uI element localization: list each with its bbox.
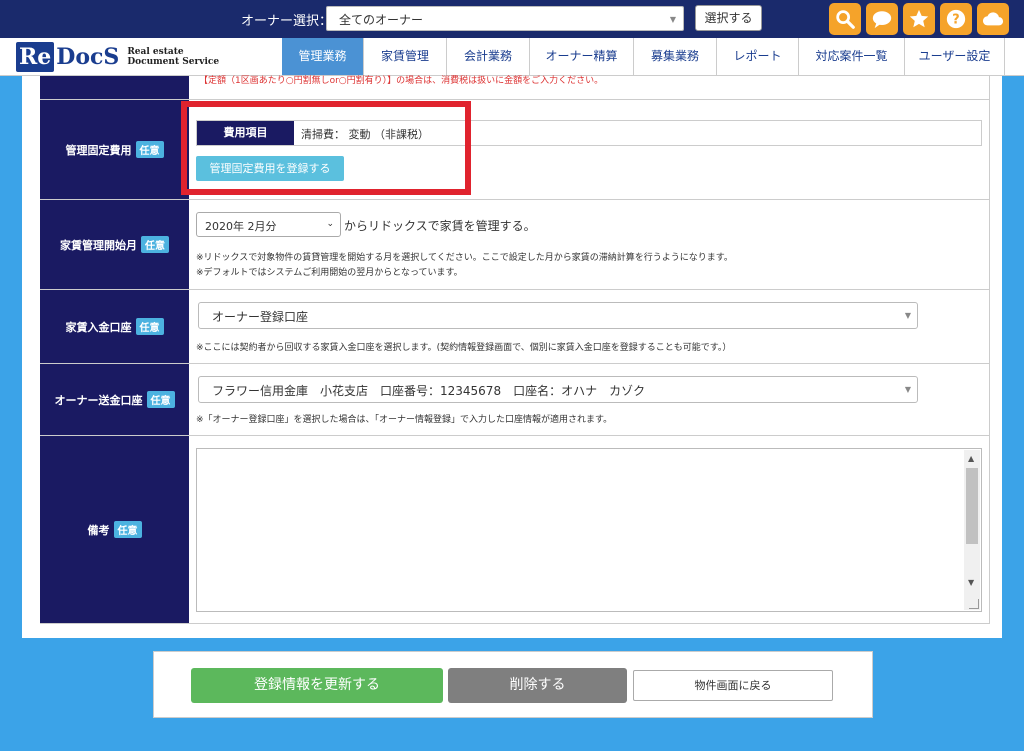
tab-report[interactable]: レポート <box>717 38 799 75</box>
main-nav: 管理業務 家賃管理 会計業務 オーナー精算 募集業務 レポート 対応案件一覧 ユ… <box>282 38 1005 75</box>
scroll-up-icon[interactable]: ▲ <box>968 454 974 463</box>
fixed-fee-label-text: 管理固定費用 <box>65 143 132 157</box>
optional-badge: 任意 <box>146 391 175 408</box>
highlight-frame <box>181 101 471 195</box>
start-month-note-2: ※デフォルトではシステムご利用開始の翌月からとなっています。 <box>196 268 463 278</box>
action-panel: 登録情報を更新する 削除する 物件画面に戻る <box>153 651 873 718</box>
resize-handle-icon[interactable] <box>969 599 979 609</box>
owner-account-select[interactable]: フラワー信用金庫 小花支店 口座番号：12345678 口座名：オハナ カゾク … <box>198 376 918 403</box>
rent-account-label: 家賃入金口座 任意 <box>40 290 189 363</box>
owner-account-cell: フラワー信用金庫 小花支店 口座番号：12345678 口座名：オハナ カゾク … <box>189 364 990 435</box>
rent-account-cell: オーナー登録口座 ▼ ※ここには契約者から回収する家賃入金口座を選択します。(契… <box>189 290 990 363</box>
rent-account-note: ※ここには契約者から回収する家賃入金口座を選択します。(契約情報登録画面で、個別… <box>196 343 732 353</box>
back-to-property-button[interactable]: 物件画面に戻る <box>633 670 833 701</box>
tab-rent[interactable]: 家賃管理 <box>364 38 447 75</box>
owner-select[interactable]: 全てのオーナー ▼ <box>326 6 684 31</box>
remarks-textarea[interactable]: ▲ ▼ <box>196 448 982 612</box>
svg-text:?: ? <box>952 13 959 28</box>
remarks-scrollbar[interactable]: ▲ ▼ <box>964 450 980 610</box>
owner-select-value: 全てのオーナー <box>339 13 424 27</box>
cloud-icon[interactable] <box>977 3 1009 35</box>
owner-account-note: ※「オーナー登録口座」を選択した場合は、「オーナー情報登録」で入力した口座情報が… <box>196 415 613 425</box>
form-row-remarks: 備考 任意 ▲ ▼ <box>40 436 990 624</box>
start-month-label-text: 家賃管理開始月 <box>60 238 137 252</box>
remarks-label: 備考 任意 <box>40 436 189 623</box>
logo-tagline-1: Real estate <box>127 47 184 57</box>
form-row-previous: 【定額（1区画あたり○円割無しor○円割有り）】の場合は、消費税は扱いに金額をご… <box>40 76 990 100</box>
help-icon[interactable]: ? <box>940 3 972 35</box>
owner-account-label-text: オーナー送金口座 <box>54 393 143 407</box>
form-row-rent-account: 家賃入金口座 任意 オーナー登録口座 ▼ ※ここには契約者から回収する家賃入金口… <box>40 290 990 364</box>
start-month-value: 2020年 2月分 <box>205 220 277 233</box>
rent-account-value: オーナー登録口座 <box>212 310 309 324</box>
star-icon[interactable] <box>903 3 935 35</box>
chat-icon[interactable] <box>866 3 898 35</box>
form-row-owner-account: オーナー送金口座 任意 フラワー信用金庫 小花支店 口座番号：12345678 … <box>40 364 990 436</box>
tab-cases[interactable]: 対応案件一覧 <box>799 38 905 75</box>
chevron-down-icon: ▼ <box>904 311 911 320</box>
remarks-cell: ▲ ▼ <box>189 436 990 623</box>
start-month-cell: 2020年 2月分 ⌄ からリドックスで家賃を管理する。 ※リドックスで対象物件… <box>189 200 990 289</box>
row-label-previous <box>40 76 189 99</box>
logo-tagline-2: Document Service <box>127 57 220 67</box>
update-button[interactable]: 登録情報を更新する <box>191 668 443 703</box>
scroll-down-icon[interactable]: ▼ <box>968 578 974 587</box>
chevron-down-icon: ⌄ <box>326 219 334 229</box>
row-cell-previous: 【定額（1区画あたり○円割無しor○円割有り）】の場合は、消費税は扱いに金額をご… <box>189 76 990 99</box>
rent-account-select[interactable]: オーナー登録口座 ▼ <box>198 302 918 329</box>
logo-re: Re <box>16 42 55 72</box>
nav-bar: Re DocS Real estate Document Service 管理業… <box>0 38 1024 76</box>
chevron-down-icon: ▼ <box>669 15 676 24</box>
logo-tagline: Real estate Document Service <box>127 47 219 67</box>
redocs-logo[interactable]: Re DocS Real estate Document Service <box>16 42 219 72</box>
top-bar: オーナー選択： 全てのオーナー ▼ 選択する ? <box>0 0 1024 38</box>
logo-docs: DocS <box>56 44 120 70</box>
optional-badge: 任意 <box>113 521 142 538</box>
optional-badge: 任意 <box>141 236 169 253</box>
start-month-select[interactable]: 2020年 2月分 ⌄ <box>196 212 341 237</box>
tab-owner-settlement[interactable]: オーナー精算 <box>530 38 634 75</box>
form-container: 【定額（1区画あたり○円割無しor○円割有り）】の場合は、消費税は扱いに金額をご… <box>22 76 1002 638</box>
optional-badge: 任意 <box>135 141 164 158</box>
form-row-start-month: 家賃管理開始月 任意 2020年 2月分 ⌄ からリドックスで家賃を管理する。 … <box>40 200 990 290</box>
owner-account-label: オーナー送金口座 任意 <box>40 364 189 435</box>
owner-account-value: フラワー信用金庫 小花支店 口座番号：12345678 口座名：オハナ カゾク <box>212 384 646 398</box>
owner-select-button[interactable]: 選択する <box>695 5 762 31</box>
remarks-label-text: 備考 <box>87 523 110 537</box>
chevron-down-icon: ▼ <box>904 385 911 394</box>
tab-accounting[interactable]: 会計業務 <box>447 38 530 75</box>
start-month-suffix: からリドックスで家賃を管理する。 <box>344 219 536 233</box>
rent-account-label-text: 家賃入金口座 <box>65 320 132 334</box>
tab-recruitment[interactable]: 募集業務 <box>634 38 717 75</box>
owner-select-label: オーナー選択： <box>241 14 333 29</box>
fixed-fee-label: 管理固定費用 任意 <box>40 100 189 199</box>
tax-warning-text: 【定額（1区画あたり○円割無しor○円割有り）】の場合は、消費税は扱いに金額をご… <box>199 76 604 86</box>
toolbar-icons: ? <box>829 3 1009 35</box>
scroll-thumb[interactable] <box>966 468 978 544</box>
optional-badge: 任意 <box>135 318 164 335</box>
tab-user-settings[interactable]: ユーザー設定 <box>905 38 1005 75</box>
start-month-note-1: ※リドックスで対象物件の賃貸管理を開始する月を選択してください。ここで設定した月… <box>196 253 733 263</box>
delete-button[interactable]: 削除する <box>448 668 627 703</box>
start-month-label: 家賃管理開始月 任意 <box>40 200 189 289</box>
tab-management[interactable]: 管理業務 <box>282 38 364 75</box>
search-icon[interactable] <box>829 3 861 35</box>
